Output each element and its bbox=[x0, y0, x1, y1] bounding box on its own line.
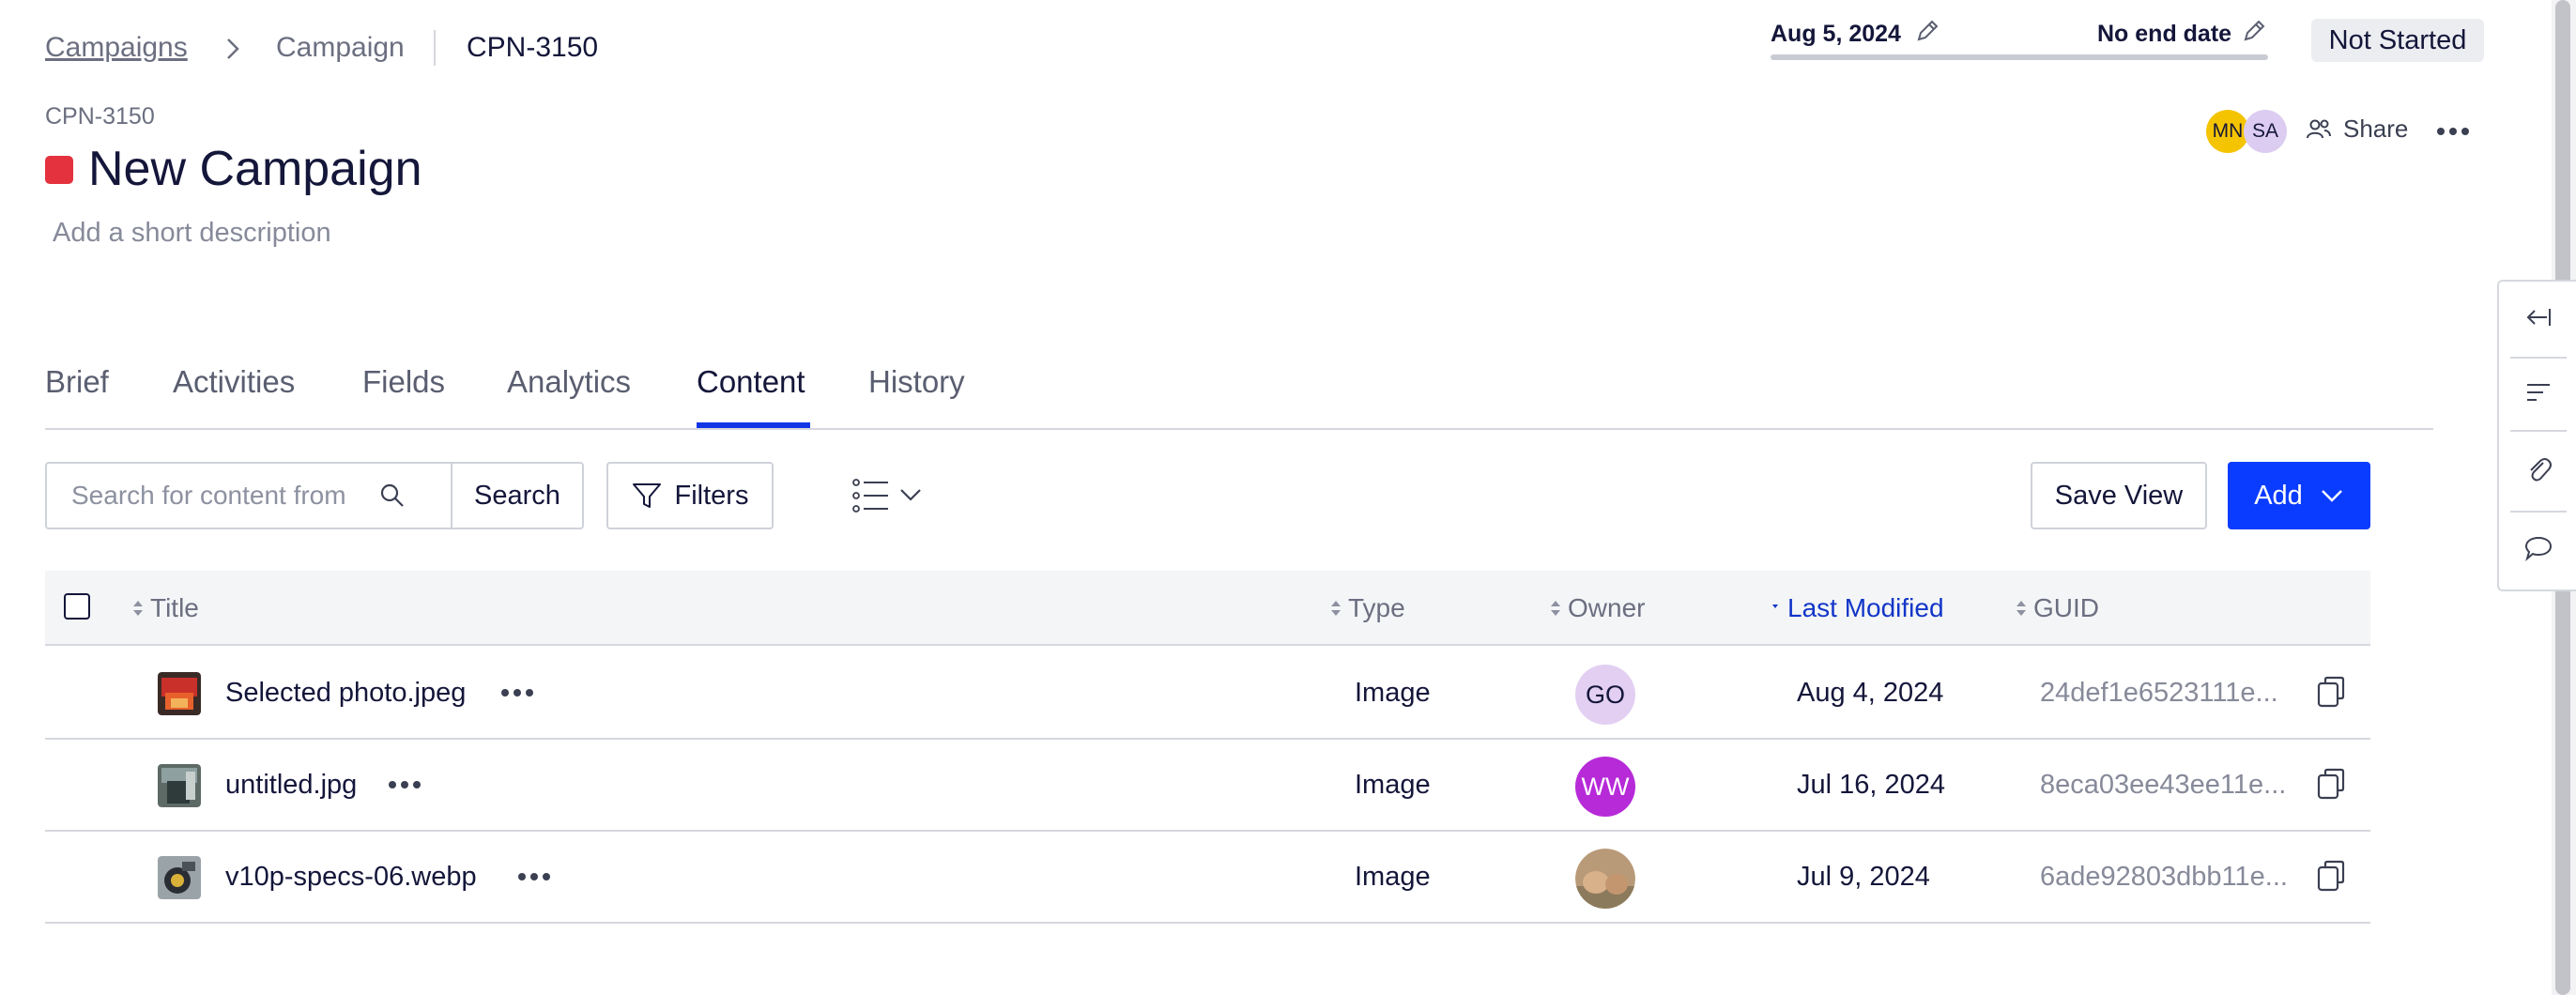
last-modified-date: Jul 9, 2024 bbox=[1797, 862, 1930, 892]
collapse-left-icon[interactable] bbox=[2518, 297, 2559, 338]
filter-icon bbox=[632, 483, 661, 508]
copy-icon[interactable] bbox=[2315, 858, 2347, 894]
description-field[interactable]: Add a short description bbox=[53, 218, 331, 249]
sort-desc-icon bbox=[1772, 605, 1778, 608]
pencil-icon[interactable] bbox=[2242, 19, 2266, 43]
more-dots-icon[interactable] bbox=[2437, 128, 2469, 135]
rail-divider bbox=[2510, 430, 2567, 432]
column-title[interactable]: Title bbox=[131, 593, 199, 623]
tab-history[interactable]: History bbox=[868, 364, 965, 400]
page-title[interactable]: New Campaign bbox=[88, 141, 422, 197]
add-button[interactable]: Add bbox=[2228, 462, 2370, 529]
column-owner[interactable]: Owner bbox=[1549, 593, 1645, 623]
search-button[interactable]: Search bbox=[451, 462, 584, 529]
attachment-icon[interactable] bbox=[2518, 449, 2559, 490]
start-date[interactable]: Aug 5, 2024 bbox=[1771, 21, 1901, 48]
image-thumbnail bbox=[158, 856, 201, 899]
guid-value: 8eca03ee43ee11e... bbox=[2040, 770, 2287, 800]
content-type: Image bbox=[1355, 770, 1431, 800]
date-range-bar bbox=[1771, 54, 2268, 60]
image-thumbnail bbox=[158, 764, 201, 807]
column-guid-label: GUID bbox=[2033, 593, 2099, 622]
column-type[interactable]: Type bbox=[1329, 593, 1405, 623]
search-icon[interactable] bbox=[379, 482, 406, 509]
breadcrumb-campaign-link[interactable]: Campaign bbox=[276, 32, 405, 64]
content-type: Image bbox=[1355, 862, 1431, 892]
sort-icon bbox=[133, 601, 143, 616]
tab-bar: Brief Activities Fields Analytics Conten… bbox=[45, 357, 2433, 430]
campaign-color-swatch[interactable] bbox=[45, 156, 73, 184]
content-title[interactable]: Selected photo.jpeg bbox=[225, 678, 466, 709]
guid-value: 24def1e6523111e... bbox=[2040, 678, 2278, 708]
content-title[interactable]: untitled.jpg bbox=[225, 770, 357, 801]
last-modified-date: Jul 16, 2024 bbox=[1797, 770, 1946, 800]
owner-avatar[interactable]: WW bbox=[1575, 757, 1635, 817]
column-title-label: Title bbox=[150, 593, 199, 622]
owner-avatar[interactable] bbox=[1575, 849, 1635, 909]
avatar[interactable]: SA bbox=[2244, 110, 2287, 153]
pencil-icon[interactable] bbox=[1915, 19, 1940, 43]
end-date[interactable]: No end date bbox=[2097, 21, 2231, 48]
sort-icon bbox=[1551, 601, 1560, 616]
image-thumbnail bbox=[158, 672, 201, 715]
table-header: Title Type Owner Last Modified GUID bbox=[45, 571, 2370, 646]
campaign-id: CPN-3150 bbox=[45, 103, 155, 130]
breadcrumb-divider bbox=[434, 30, 436, 66]
active-tab-indicator bbox=[697, 422, 810, 428]
share-label: Share bbox=[2343, 115, 2409, 143]
tab-analytics[interactable]: Analytics bbox=[507, 364, 631, 400]
column-last-modified[interactable]: Last Modified bbox=[1769, 593, 1944, 623]
column-guid[interactable]: GUID bbox=[2015, 593, 2099, 623]
list-view-icon[interactable] bbox=[851, 475, 931, 516]
add-label: Add bbox=[2254, 480, 2303, 511]
save-view-button[interactable]: Save View bbox=[2031, 462, 2207, 529]
content-type: Image bbox=[1355, 678, 1431, 708]
copy-icon[interactable] bbox=[2315, 766, 2347, 802]
breadcrumb-current: CPN-3150 bbox=[467, 32, 599, 63]
table-row[interactable]: v10p-specs-06.webp Image Jul 9, 2024 6ad… bbox=[45, 832, 2370, 924]
search-input[interactable] bbox=[71, 481, 362, 511]
sort-icon bbox=[2016, 601, 2026, 616]
select-all-checkbox[interactable] bbox=[64, 593, 90, 620]
sort-icon bbox=[1331, 601, 1341, 616]
column-type-label: Type bbox=[1348, 593, 1405, 622]
copy-icon[interactable] bbox=[2315, 674, 2347, 710]
more-dots-icon[interactable] bbox=[518, 873, 550, 880]
share-button[interactable]: Share bbox=[2306, 115, 2408, 144]
more-dots-icon[interactable] bbox=[501, 689, 533, 696]
guid-value: 6ade92803dbb11e... bbox=[2040, 862, 2288, 892]
column-last-modified-label: Last Modified bbox=[1787, 593, 1944, 622]
breadcrumb-campaigns-link[interactable]: Campaigns bbox=[45, 32, 188, 64]
search-field[interactable] bbox=[45, 462, 452, 529]
owner-avatar[interactable]: GO bbox=[1575, 665, 1635, 725]
tab-activities[interactable]: Activities bbox=[173, 364, 295, 400]
filters-label: Filters bbox=[674, 480, 749, 511]
table-row[interactable]: untitled.jpg Image WW Jul 16, 2024 8eca0… bbox=[45, 740, 2370, 832]
tab-brief[interactable]: Brief bbox=[45, 364, 109, 400]
table-row[interactable]: Selected photo.jpeg Image GO Aug 4, 2024… bbox=[45, 648, 2370, 740]
share-people-icon bbox=[2307, 119, 2331, 138]
comment-icon[interactable] bbox=[2518, 528, 2559, 569]
column-owner-label: Owner bbox=[1568, 593, 1646, 622]
tab-fields[interactable]: Fields bbox=[362, 364, 445, 400]
chevron-down-icon bbox=[2321, 490, 2342, 502]
rail-divider bbox=[2510, 511, 2567, 513]
status-badge[interactable]: Not Started bbox=[2311, 19, 2484, 62]
filters-button[interactable]: Filters bbox=[606, 462, 774, 529]
content-title[interactable]: v10p-specs-06.webp bbox=[225, 862, 477, 893]
rail-divider bbox=[2510, 357, 2567, 359]
outline-icon[interactable] bbox=[2518, 372, 2559, 413]
right-side-rail bbox=[2497, 280, 2576, 591]
last-modified-date: Aug 4, 2024 bbox=[1797, 678, 1944, 708]
more-dots-icon[interactable] bbox=[389, 781, 421, 788]
chevron-right-icon bbox=[227, 38, 239, 59]
tab-content[interactable]: Content bbox=[697, 364, 805, 400]
